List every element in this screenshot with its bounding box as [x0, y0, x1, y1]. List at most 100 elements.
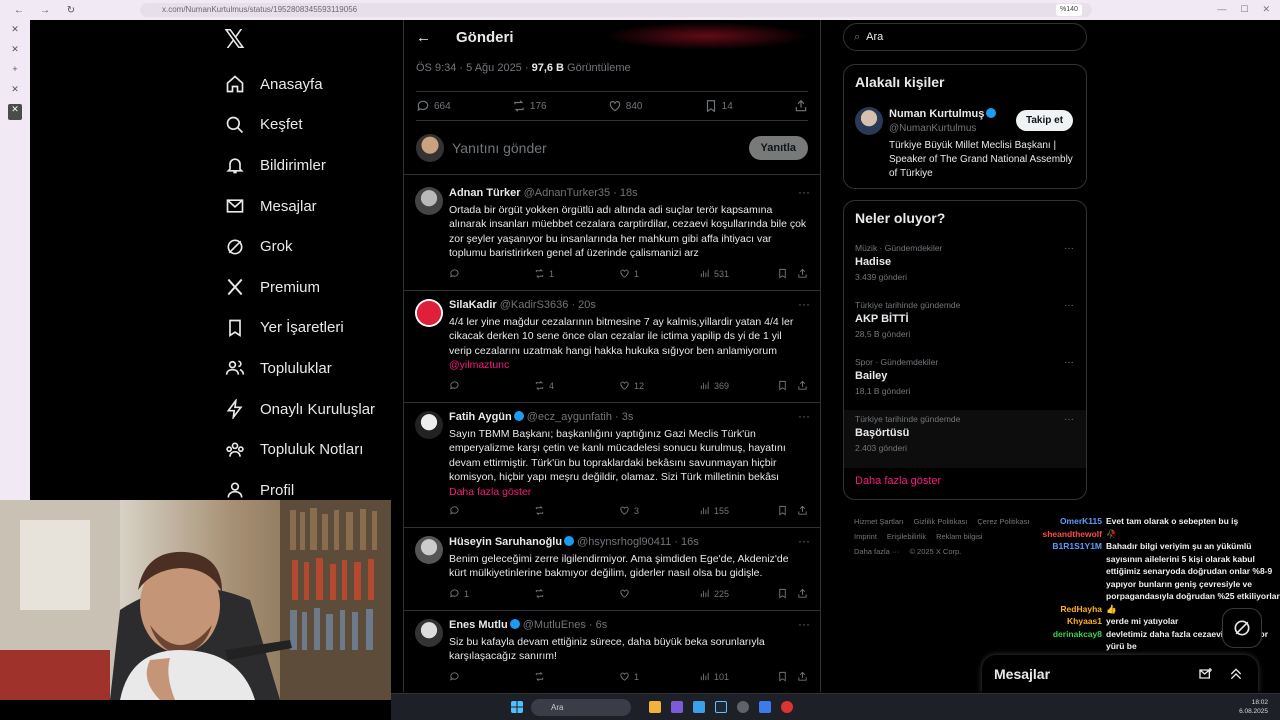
avatar[interactable]: [415, 187, 443, 215]
author-name[interactable]: Adnan Türker: [449, 187, 521, 199]
grok-button[interactable]: [1222, 608, 1262, 648]
trend-item[interactable]: Müzik · Gündemdekiler Hadise 3.439 gönderi…: [844, 243, 1086, 300]
share-button[interactable]: [797, 505, 808, 518]
views-button[interactable]: 531: [699, 268, 729, 281]
more-options-icon[interactable]: ···: [1064, 414, 1074, 425]
app-icon[interactable]: [671, 701, 683, 713]
reply-tweet[interactable]: SilaKadir @KadirS3636 · 20s ··· 4/4 ler yi…: [404, 291, 820, 403]
post-time[interactable]: ÖS 9:34 · 5 Ağu 2025 ·: [416, 62, 532, 74]
share-stat[interactable]: [794, 99, 808, 113]
reply-button[interactable]: 1: [449, 588, 469, 601]
reply-button[interactable]: [449, 505, 464, 518]
search-input[interactable]: ⌕ Ara: [843, 23, 1087, 51]
repost-stat[interactable]: 176: [512, 99, 547, 113]
forward-icon[interactable]: →: [38, 5, 52, 16]
trend-item[interactable]: Türkiye tarihinde gündemde AKP BİTTİ 28,5 …: [844, 300, 1086, 357]
avatar[interactable]: [415, 619, 443, 647]
chat-username[interactable]: B1R1S1Y1M: [1030, 540, 1106, 603]
file-explorer-icon[interactable]: [649, 701, 661, 713]
views-button[interactable]: 101: [699, 671, 729, 684]
more-options-icon[interactable]: ···: [1064, 357, 1074, 368]
reply-tweet[interactable]: Fatih Aygün @ecz_aygunfatih · 3s ··· Sayın…: [404, 403, 820, 528]
footer-link[interactable]: Imprint: [854, 532, 877, 541]
chat-username[interactable]: RedHayha: [1030, 603, 1106, 616]
nav-item-yer-i-şaretleri[interactable]: Yer İşaretleri: [222, 308, 392, 349]
reply-stat[interactable]: 664: [416, 99, 451, 113]
tab-close-icon[interactable]: ✕: [0, 44, 30, 60]
like-button[interactable]: 12: [619, 380, 644, 393]
author-handle[interactable]: @ecz_aygunfatih · 3s: [527, 411, 634, 423]
more-options-icon[interactable]: ···: [1064, 243, 1074, 254]
share-button[interactable]: [797, 268, 808, 281]
more-options-icon[interactable]: ···: [798, 534, 810, 548]
avatar[interactable]: [855, 107, 883, 135]
share-button[interactable]: [797, 588, 808, 601]
new-message-icon[interactable]: [1198, 666, 1214, 682]
clock[interactable]: 18:02 6.08.2025: [1239, 698, 1268, 716]
app-icon[interactable]: [737, 701, 749, 713]
show-more-link[interactable]: Daha fazla göster: [449, 486, 531, 498]
nav-item-premium[interactable]: Premium: [222, 267, 392, 308]
author-name[interactable]: Hüseyin Saruhanoğlu: [449, 536, 562, 548]
avatar[interactable]: [415, 536, 443, 564]
like-button[interactable]: 1: [619, 268, 639, 281]
author-name[interactable]: SilaKadir: [449, 299, 497, 311]
footer-link[interactable]: Gizlilik Politikası: [914, 517, 968, 526]
minimize-icon[interactable]: —: [1217, 4, 1226, 15]
mention-link[interactable]: @yilmaztunc: [449, 359, 509, 371]
share-button[interactable]: [797, 380, 808, 393]
chat-username[interactable]: Khyaas1: [1030, 615, 1106, 628]
show-more-link[interactable]: Daha fazla göster: [855, 475, 941, 487]
active-tab-icon[interactable]: ✕: [8, 104, 22, 120]
avatar[interactable]: [415, 411, 443, 439]
taskbar-search[interactable]: Ara: [531, 699, 631, 716]
author-handle[interactable]: @AdnanTurker35 · 18s: [524, 187, 638, 199]
tab-close-icon[interactable]: ✕: [0, 24, 30, 40]
author-handle[interactable]: @MutluEnes · 6s: [523, 619, 608, 631]
reply-button[interactable]: [449, 671, 464, 684]
footer-link[interactable]: Çerez Politikası: [977, 517, 1029, 526]
trend-item[interactable]: Türkiye tarihinde gündemde Başörtüsü 2.403…: [844, 410, 1086, 468]
chat-username[interactable]: sheandthewolf: [1030, 528, 1106, 541]
nav-item-bildirimler[interactable]: Bildirimler: [222, 145, 392, 186]
new-tab-icon[interactable]: +: [0, 64, 30, 80]
nav-item-mesajlar[interactable]: Mesajlar: [222, 186, 392, 227]
person-handle[interactable]: @NumanKurtulmus: [889, 123, 976, 134]
share-button[interactable]: [797, 671, 808, 684]
reload-icon[interactable]: ↻: [64, 5, 78, 16]
footer-link[interactable]: Daha fazla ···: [854, 547, 899, 556]
windows-start-icon[interactable]: [511, 701, 523, 713]
bookmark-button[interactable]: [777, 380, 788, 393]
browser-icon[interactable]: [781, 701, 793, 713]
back-icon[interactable]: ←: [12, 5, 26, 16]
views-button[interactable]: 155: [699, 505, 729, 518]
tab-close-icon[interactable]: ✕: [0, 84, 30, 100]
bookmark-button[interactable]: [777, 505, 788, 518]
person-name[interactable]: Numan Kurtulmuş: [889, 108, 997, 120]
zoom-badge[interactable]: %140: [1056, 4, 1082, 16]
nav-item-topluluk-notları[interactable]: Topluluk Notları: [222, 429, 392, 470]
messages-drawer[interactable]: Mesajlar: [982, 655, 1258, 693]
x-logo-icon[interactable]: 𝕏: [224, 24, 392, 64]
footer-link[interactable]: Reklam bilgisi: [936, 532, 982, 541]
like-stat[interactable]: 840: [608, 99, 642, 113]
reply-button[interactable]: [449, 268, 464, 281]
chat-username[interactable]: OmerK115: [1030, 515, 1106, 528]
reply-button[interactable]: [449, 380, 464, 393]
bookmark-button[interactable]: [777, 268, 788, 281]
reply-tweet[interactable]: Adnan Türker @AdnanTurker35 · 18s ··· Orta…: [404, 179, 820, 291]
like-button[interactable]: [619, 588, 634, 601]
app-icon[interactable]: [693, 701, 705, 713]
more-options-icon[interactable]: ···: [1064, 300, 1074, 311]
steam-icon[interactable]: [715, 701, 727, 713]
more-options-icon[interactable]: ···: [798, 409, 810, 423]
back-arrow-icon[interactable]: ←: [416, 29, 432, 46]
more-options-icon[interactable]: ···: [798, 185, 810, 199]
nav-item-grok[interactable]: Grok: [222, 226, 392, 267]
nav-item-anasayfa[interactable]: Anasayfa: [222, 64, 392, 105]
author-handle[interactable]: @hsynsrhogl90411 · 16s: [577, 536, 699, 548]
author-name[interactable]: Enes Mutlu: [449, 619, 508, 631]
bookmark-button[interactable]: [777, 671, 788, 684]
more-options-icon[interactable]: ···: [798, 297, 810, 311]
reply-tweet[interactable]: Enes Mutlu @MutluEnes · 6s ··· Siz bu kafa…: [404, 611, 820, 692]
